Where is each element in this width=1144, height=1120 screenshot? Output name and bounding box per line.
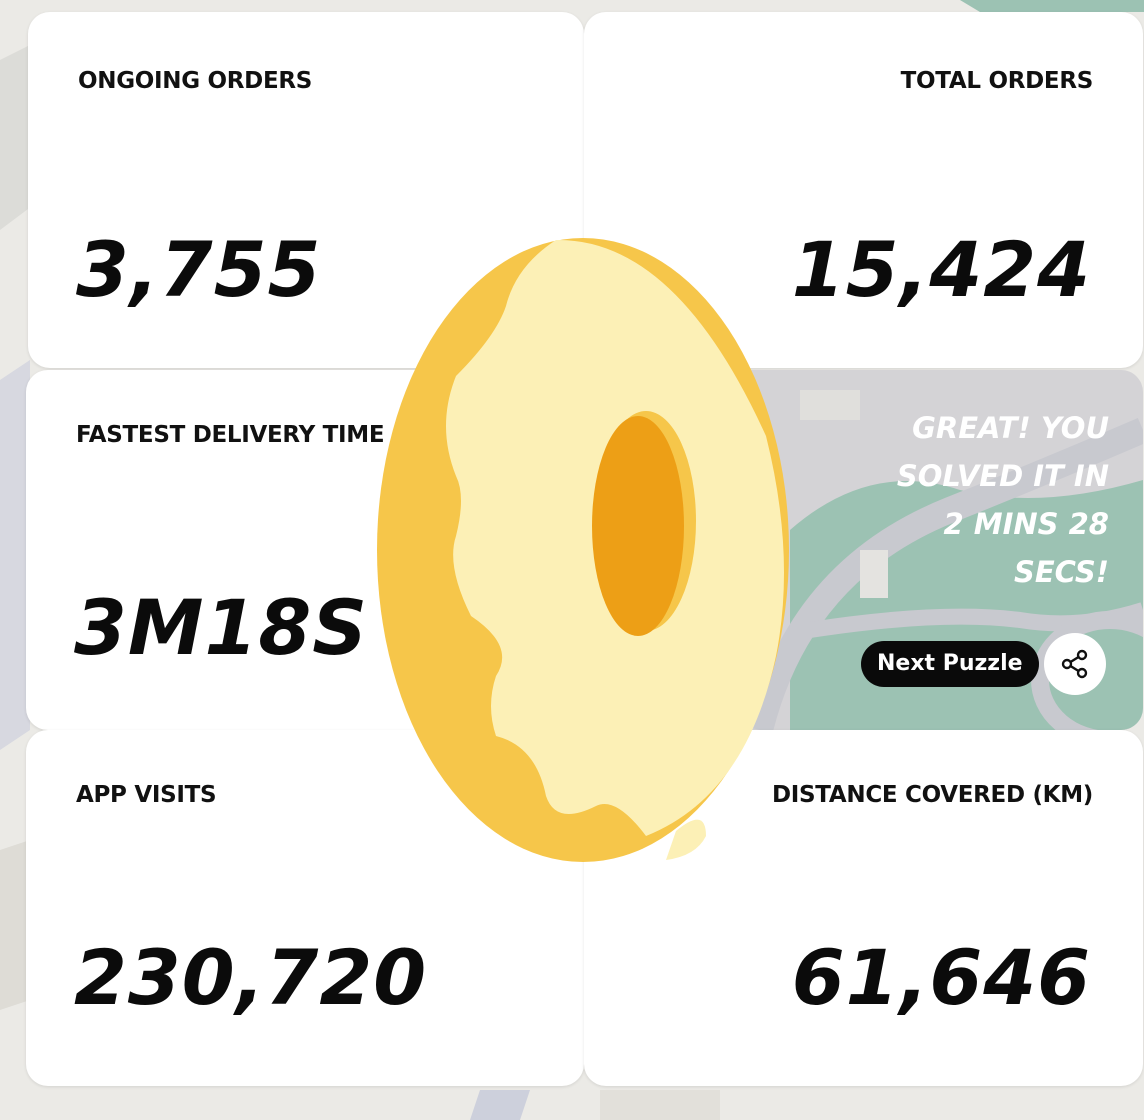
result-message: GREAT! YOU SOLVED IT IN 2 MINS 28 SECS! <box>896 411 1109 589</box>
next-puzzle-button[interactable]: Next Puzzle <box>861 641 1039 687</box>
total-orders-value: 15,424 <box>791 225 1091 314</box>
fastest-delivery-value: 3M18S <box>74 583 369 672</box>
ongoing-orders-value: 3,755 <box>76 225 322 314</box>
share-button[interactable] <box>1044 633 1106 695</box>
distance-covered-value: 61,646 <box>791 933 1091 1022</box>
ongoing-orders-label: ONGOING ORDERS <box>78 68 313 94</box>
donut-illustration <box>377 238 789 862</box>
share-icon <box>1061 649 1088 679</box>
total-orders-label: TOTAL ORDERS <box>900 68 1094 94</box>
app-visits-label: APP VISITS <box>76 782 217 808</box>
app-visits-value: 230,720 <box>74 933 428 1022</box>
distance-covered-label: DISTANCE COVERED (KM) <box>771 782 1093 808</box>
fastest-delivery-label: FASTEST DELIVERY TIME <box>76 422 385 448</box>
